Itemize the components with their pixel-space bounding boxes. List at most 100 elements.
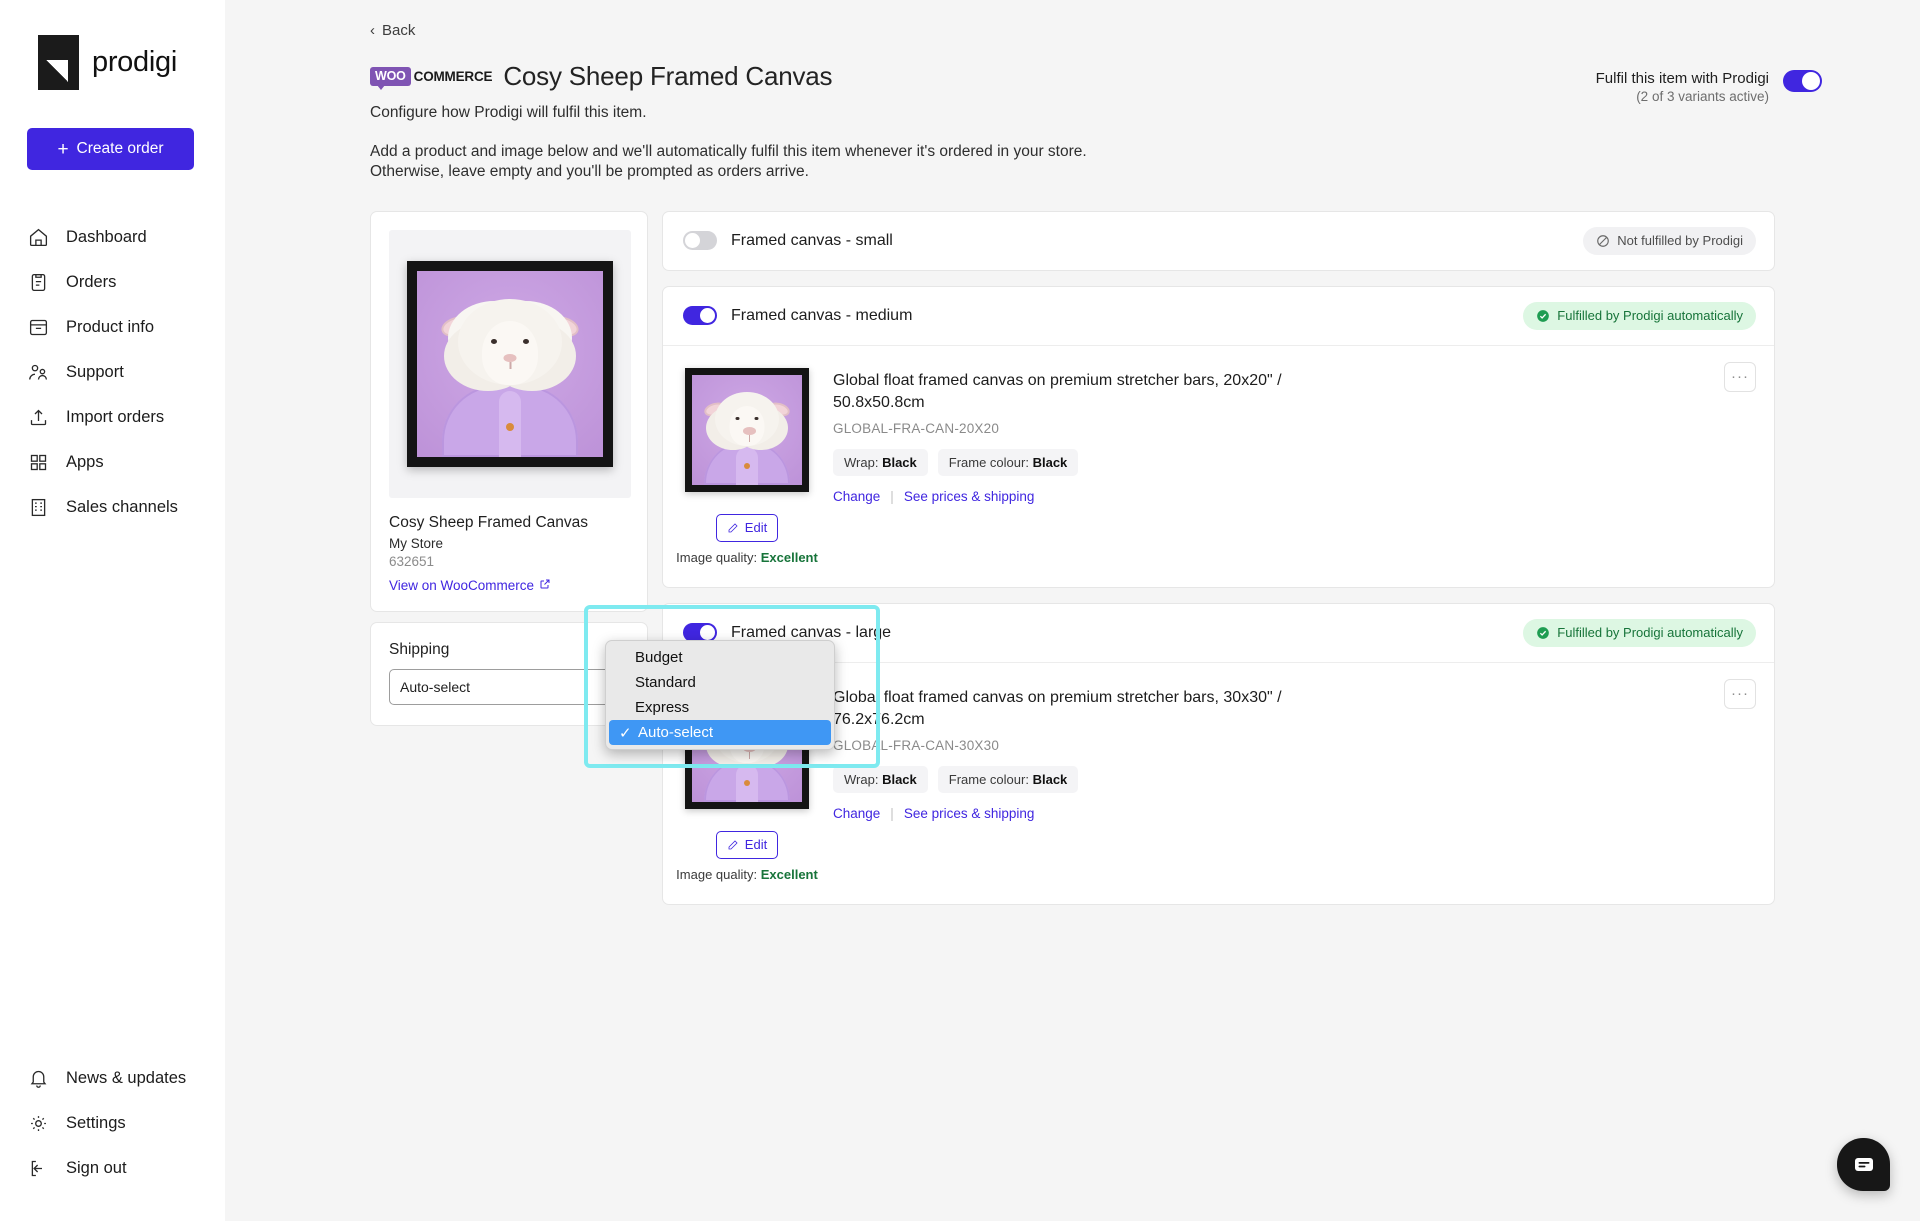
grid-icon: [28, 452, 49, 473]
create-order-button[interactable]: + Create order: [27, 128, 194, 170]
clipboard-icon: [28, 272, 49, 293]
dropdown-option-express[interactable]: Express: [606, 695, 834, 720]
sidebar-item-dashboard[interactable]: Dashboard: [0, 215, 225, 260]
woocommerce-logo: WOO COMMERCE: [370, 66, 493, 90]
status-badge: Fulfilled by Prodigi automatically: [1523, 301, 1756, 330]
shipping-label: Shipping: [389, 640, 450, 658]
variant-links: Change | See prices & shipping: [833, 806, 1754, 821]
variant-header: Framed canvas - small Not fulfilled by P…: [663, 212, 1774, 270]
sidebar-item-label: Apps: [66, 453, 104, 471]
variant-toggle[interactable]: [683, 306, 717, 326]
page-description-line-1: Add a product and image below and we'll …: [370, 143, 1087, 160]
plus-icon: +: [57, 138, 69, 160]
sidebar-item-product-info[interactable]: Product info: [0, 305, 225, 350]
check-circle-icon: [1536, 309, 1550, 323]
page-subtitle: Configure how Prodigi will fulfil this i…: [370, 104, 647, 121]
back-link[interactable]: ‹ Back: [370, 22, 415, 39]
change-product-link[interactable]: Change: [833, 489, 880, 504]
image-quality: Image quality: Excellent: [676, 550, 818, 565]
attribute-chip: Wrap: Black: [833, 766, 928, 794]
sheep-eye-left: [735, 416, 740, 421]
see-prices-shipping-link[interactable]: See prices & shipping: [904, 489, 1035, 504]
variant-toggle[interactable]: [683, 231, 717, 251]
sheep-muzzle: [503, 353, 517, 369]
attribute-chip: Frame colour: Black: [937, 766, 1079, 794]
check-circle-icon: [1536, 626, 1550, 640]
variant-more-options-button[interactable]: ···: [1724, 361, 1756, 392]
preview-product-id: 632651: [389, 553, 435, 569]
variant-sku: GLOBAL-FRA-CAN-20X20: [833, 421, 1000, 437]
fulfil-item-toggle[interactable]: [1783, 70, 1822, 92]
people-icon: [28, 362, 49, 383]
dropdown-option-standard[interactable]: Standard: [606, 670, 834, 695]
pencil-icon: [728, 523, 738, 533]
toggle-knob: [1802, 72, 1820, 90]
create-order-label: Create order: [76, 140, 164, 157]
sidebar-item-label: Orders: [66, 273, 117, 291]
back-label: Back: [382, 22, 416, 39]
sidebar-item-label: Sign out: [66, 1159, 127, 1177]
attribute-value: Black: [882, 772, 917, 788]
attribute-label: Wrap:: [844, 772, 879, 788]
sheep-button: [744, 779, 750, 786]
image-quality: Image quality: Excellent: [676, 867, 818, 882]
attribute-label: Frame colour:: [948, 455, 1029, 471]
edit-image-button[interactable]: Edit: [716, 513, 778, 542]
product-preview-card: Cosy Sheep Framed Canvas My Store 632651…: [370, 210, 648, 612]
fulfil-variants-count: (2 of 3 variants active): [1636, 89, 1769, 104]
attribute-label: Wrap:: [844, 455, 879, 471]
archive-icon: [28, 317, 49, 338]
change-product-link[interactable]: Change: [833, 806, 880, 821]
see-prices-shipping-link[interactable]: See prices & shipping: [904, 806, 1035, 821]
variant-header: Framed canvas - medium Fulfilled by Prod…: [663, 287, 1774, 345]
logo[interactable]: prodigi: [0, 0, 225, 90]
page-description-line-2: Otherwise, leave empty and you'll be pro…: [370, 163, 809, 181]
variant-body: Edit Image quality: Excellent Global flo…: [663, 344, 1774, 587]
external-link-icon: [539, 578, 551, 593]
variant-thumbnail[interactable]: [685, 367, 809, 492]
building-icon: [28, 497, 49, 518]
view-on-woocommerce-label: View on WooCommerce: [389, 577, 535, 593]
preview-store-name: My Store: [389, 535, 444, 551]
chat-icon: [1854, 1157, 1873, 1171]
sheep-eye-right: [523, 338, 529, 344]
fulfil-toggle-labels: Fulfil this item with Prodigi (2 of 3 va…: [1596, 70, 1769, 104]
sidebar-item-label: Settings: [66, 1114, 126, 1132]
toggle-knob: [700, 308, 715, 324]
sidebar-item-sign-out[interactable]: Sign out: [0, 1146, 225, 1191]
variant-attributes: Wrap: Black Frame colour: Black: [833, 449, 1754, 477]
sidebar-item-settings[interactable]: Settings: [0, 1101, 225, 1146]
sidebar-item-sales-channels[interactable]: Sales channels: [0, 485, 225, 530]
woocommerce-badge-woo: WOO: [370, 67, 411, 90]
sidebar-item-orders[interactable]: Orders: [0, 260, 225, 305]
dropdown-option-budget[interactable]: Budget: [606, 645, 834, 670]
prodigi-logo-mark: [38, 35, 79, 90]
sidebar: prodigi + Create order Dashboard Orders: [0, 0, 225, 1221]
sidebar-item-label: Import orders: [66, 408, 165, 426]
variant-more-options-button[interactable]: ···: [1724, 678, 1756, 709]
dropdown-option-auto-select[interactable]: ✓ Auto-select: [609, 720, 831, 745]
variant-info: Global float framed canvas on premium st…: [833, 685, 1754, 882]
check-icon: ✓: [619, 724, 632, 742]
image-quality-value: Excellent: [760, 866, 818, 882]
sidebar-item-apps[interactable]: Apps: [0, 440, 225, 485]
edit-button-label: Edit: [744, 520, 768, 536]
upload-icon: [28, 407, 49, 428]
shipping-dropdown-menu[interactable]: Budget Standard Express ✓ Auto-select: [605, 640, 835, 750]
view-on-woocommerce-link[interactable]: View on WooCommerce: [389, 578, 551, 593]
sheep-eye-left: [491, 338, 497, 344]
sidebar-item-import-orders[interactable]: Import orders: [0, 395, 225, 440]
status-badge-label: Fulfilled by Prodigi automatically: [1557, 308, 1743, 324]
edit-image-button[interactable]: Edit: [716, 830, 778, 859]
variant-info: Global float framed canvas on premium st…: [833, 368, 1754, 565]
chat-widget-button[interactable]: [1837, 1138, 1890, 1191]
status-badge-label: Not fulfilled by Prodigi: [1617, 233, 1743, 249]
link-separator: |: [890, 489, 894, 505]
sidebar-item-label: Support: [66, 363, 124, 381]
sidebar-item-support[interactable]: Support: [0, 350, 225, 395]
shipping-select[interactable]: Auto-select: [389, 668, 629, 705]
product-preview-meta: Cosy Sheep Framed Canvas My Store 632651…: [389, 498, 629, 595]
sidebar-item-news-updates[interactable]: News & updates: [0, 1056, 225, 1101]
bell-icon: [28, 1068, 49, 1089]
dropdown-option-label: Budget: [635, 649, 683, 666]
